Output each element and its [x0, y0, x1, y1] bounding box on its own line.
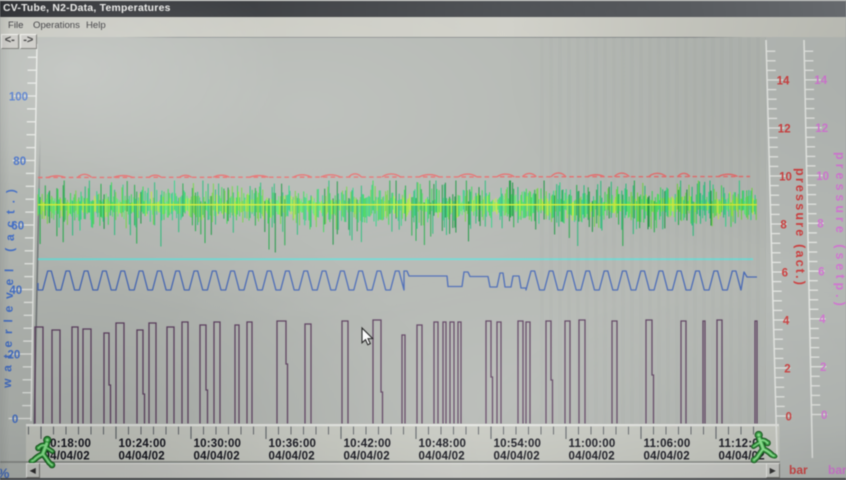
- svg-text:6: 6: [818, 266, 824, 278]
- svg-text:11:06:00: 11:06:00: [644, 438, 691, 450]
- svg-text:bar: bar: [828, 463, 846, 477]
- svg-text:100: 100: [9, 91, 28, 103]
- svg-text:0: 0: [12, 414, 18, 426]
- svg-text:80: 80: [13, 156, 26, 168]
- svg-text:04/04/02: 04/04/02: [194, 451, 240, 463]
- svg-text:12: 12: [815, 123, 828, 135]
- svg-text:12: 12: [778, 123, 791, 135]
- svg-text:04/04/02: 04/04/02: [119, 451, 165, 463]
- svg-text:10:24:00: 10:24:00: [119, 438, 167, 450]
- svg-text:8: 8: [817, 219, 824, 231]
- svg-text:4: 4: [819, 314, 826, 326]
- svg-text:pressure (setp.): pressure (setp.): [833, 152, 846, 310]
- svg-text:2: 2: [784, 363, 790, 375]
- svg-text:04/04/02: 04/04/02: [569, 451, 615, 463]
- svg-text:14: 14: [777, 75, 790, 87]
- svg-text:6: 6: [782, 267, 788, 279]
- svg-text:10:48:00: 10:48:00: [419, 438, 467, 450]
- svg-text:0: 0: [786, 411, 792, 423]
- svg-text:10:30:00: 10:30:00: [194, 438, 242, 450]
- svg-text:10: 10: [816, 171, 829, 183]
- svg-text:10: 10: [779, 171, 792, 183]
- svg-text:8: 8: [780, 219, 787, 231]
- svg-text:10:54:00: 10:54:00: [494, 438, 542, 450]
- svg-text:10:42:00: 10:42:00: [344, 438, 392, 450]
- svg-text:04/04/02: 04/04/02: [344, 451, 390, 463]
- svg-text:14: 14: [814, 75, 827, 87]
- svg-text:04/04/02: 04/04/02: [644, 451, 690, 463]
- svg-text:2: 2: [820, 362, 826, 374]
- svg-text:10:36:00: 10:36:00: [269, 438, 317, 450]
- svg-text:pressure (act.): pressure (act.): [793, 168, 807, 287]
- svg-text:04/04/02: 04/04/02: [419, 451, 465, 463]
- svg-text:bar: bar: [789, 463, 808, 477]
- svg-text:0: 0: [821, 410, 827, 422]
- svg-text:4: 4: [783, 315, 790, 327]
- svg-text:11:00:00: 11:00:00: [569, 438, 616, 450]
- svg-text:04/04/02: 04/04/02: [269, 451, 315, 463]
- svg-text:04/04/02: 04/04/02: [494, 451, 540, 463]
